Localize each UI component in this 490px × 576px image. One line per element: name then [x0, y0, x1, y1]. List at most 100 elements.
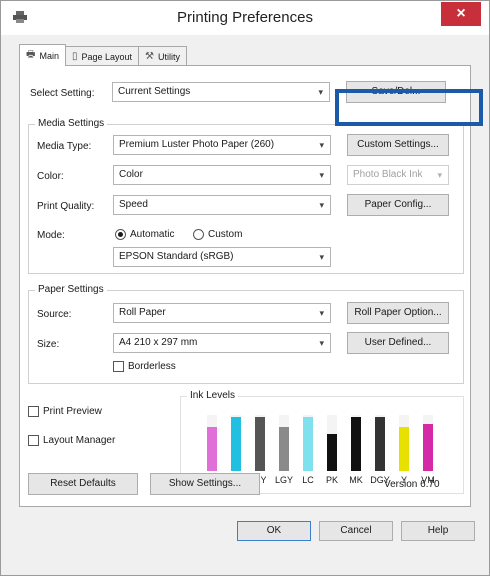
borderless-label: Borderless: [128, 361, 176, 372]
ink-track-y: [399, 415, 409, 471]
size-label: Size:: [37, 339, 60, 350]
ink-track-gy: [255, 415, 265, 471]
tab-main[interactable]: 🖶 Main: [19, 44, 66, 66]
user-defined-button[interactable]: User Defined...: [347, 332, 449, 354]
source-label: Source:: [37, 309, 72, 320]
ink-bar-dgy: [375, 417, 385, 471]
mode-automatic-label: Automatic: [130, 229, 175, 240]
media-settings-title: Media Settings: [35, 118, 108, 129]
chevron-down-icon: ▾: [319, 252, 324, 262]
chevron-down-icon: ▾: [319, 140, 324, 150]
tab-page-layout[interactable]: ▯ Page Layout: [64, 46, 140, 66]
reset-defaults-button[interactable]: Reset Defaults: [28, 473, 138, 495]
ok-button[interactable]: OK: [237, 521, 311, 541]
window-title: Printing Preferences: [177, 9, 313, 26]
print-quality-value: Speed: [119, 199, 148, 210]
ink-bar-c: [231, 417, 241, 471]
ink-bar-pk: [327, 434, 337, 471]
page-icon: ▯: [71, 51, 78, 62]
ink-bar-vm: [423, 424, 433, 471]
close-button[interactable]: ×: [441, 2, 481, 26]
ink-bar-lgy: [279, 427, 289, 471]
print-preview-checkbox[interactable]: Print Preview: [28, 406, 102, 417]
media-type-combo[interactable]: Premium Luster Photo Paper (260) ▾: [113, 135, 331, 155]
checkbox-box: [28, 435, 39, 446]
tab-utility-label: Utility: [158, 51, 180, 62]
ink-track-lgy: [279, 415, 289, 471]
paper-settings-group: Paper Settings Source: Roll Paper ▾ Roll…: [28, 284, 464, 384]
print-preview-label: Print Preview: [43, 406, 102, 417]
chevron-down-icon: ▾: [319, 308, 324, 318]
ink-bar-mk: [351, 417, 361, 471]
tab-main-label: Main: [39, 50, 59, 61]
ink-levels-title: Ink Levels: [187, 390, 239, 401]
ink-bar-vlm: [207, 427, 217, 471]
color-label: Color:: [37, 171, 64, 182]
ink-track-c: [231, 415, 241, 471]
wrench-icon: ⚒: [145, 51, 154, 62]
layout-manager-label: Layout Manager: [43, 435, 116, 446]
mode-profile-value: EPSON Standard (sRGB): [119, 251, 234, 262]
ink-levels-bars: [181, 411, 465, 471]
chevron-down-icon: ▾: [319, 170, 324, 180]
media-type-value: Premium Luster Photo Paper (260): [119, 139, 275, 150]
ink-label-lgy: LGY: [274, 475, 293, 485]
ink-track-vm: [423, 415, 433, 471]
size-combo[interactable]: A4 210 x 297 mm ▾: [113, 333, 331, 353]
color-combo[interactable]: Color ▾: [113, 165, 331, 185]
show-settings-button[interactable]: Show Settings...: [150, 473, 260, 495]
source-value: Roll Paper: [119, 307, 166, 318]
ink-track-vlm: [207, 415, 217, 471]
chevron-down-icon: ▾: [437, 170, 442, 180]
tab-page-layout-label: Page Layout: [81, 51, 133, 62]
black-ink-value: Photo Black Ink: [353, 169, 423, 180]
roll-paper-option-button[interactable]: Roll Paper Option...: [347, 302, 449, 324]
checkbox-box: [28, 406, 39, 417]
ink-bar-y: [399, 427, 409, 471]
print-quality-label: Print Quality:: [37, 201, 95, 212]
select-setting-combo[interactable]: Current Settings ▾: [112, 82, 330, 102]
borderless-checkbox[interactable]: Borderless: [113, 361, 176, 372]
ink-track-dgy: [375, 415, 385, 471]
printing-preferences-window: Printing Preferences × 🖶 Main ▯ Page Lay…: [0, 0, 490, 576]
source-combo[interactable]: Roll Paper ▾: [113, 303, 331, 323]
mode-automatic-radio[interactable]: Automatic: [115, 229, 174, 240]
mode-profile-combo[interactable]: EPSON Standard (sRGB) ▾: [113, 247, 331, 267]
select-setting-label: Select Setting:: [30, 88, 95, 99]
ink-track-pk: [327, 415, 337, 471]
mode-label: Mode:: [37, 230, 65, 241]
ink-bar-gy: [255, 417, 265, 471]
radio-unselected-indicator: [193, 229, 204, 240]
version-text: Version 6.70: [384, 479, 440, 490]
main-tab-panel: Select Setting: Current Settings ▾ Save/…: [19, 65, 471, 507]
printer-icon: 🖶: [26, 49, 36, 60]
help-button[interactable]: Help: [401, 521, 475, 541]
tab-utility[interactable]: ⚒ Utility: [138, 46, 187, 66]
paper-settings-title: Paper Settings: [35, 284, 107, 295]
media-type-label: Media Type:: [37, 141, 92, 152]
black-ink-combo: Photo Black Ink ▾: [347, 165, 449, 185]
chevron-down-icon: ▾: [318, 87, 323, 97]
ink-track-lc: [303, 415, 313, 471]
custom-settings-button[interactable]: Custom Settings...: [347, 134, 449, 156]
chevron-down-icon: ▾: [319, 200, 324, 210]
print-quality-combo[interactable]: Speed ▾: [113, 195, 331, 215]
ink-bar-lc: [303, 417, 313, 471]
ink-label-lc: LC: [302, 475, 314, 485]
layout-manager-checkbox[interactable]: Layout Manager: [28, 435, 115, 446]
mode-custom-label: Custom: [208, 229, 243, 240]
size-value: A4 210 x 297 mm: [119, 337, 198, 348]
color-value: Color: [119, 169, 143, 180]
title-bar: Printing Preferences ×: [1, 1, 489, 35]
ink-track-mk: [351, 415, 361, 471]
radio-selected-indicator: [115, 229, 126, 240]
mode-custom-radio[interactable]: Custom: [193, 229, 242, 240]
tab-strip: 🖶 Main ▯ Page Layout ⚒ Utility: [19, 44, 187, 66]
cancel-button[interactable]: Cancel: [319, 521, 393, 541]
chevron-down-icon: ▾: [319, 338, 324, 348]
media-settings-group: Media Settings Media Type: Premium Luste…: [28, 118, 464, 274]
select-setting-value: Current Settings: [118, 86, 191, 97]
save-del-highlight-box: [335, 89, 483, 126]
ink-label-pk: PK: [325, 475, 338, 485]
paper-config-button[interactable]: Paper Config...: [347, 194, 449, 216]
